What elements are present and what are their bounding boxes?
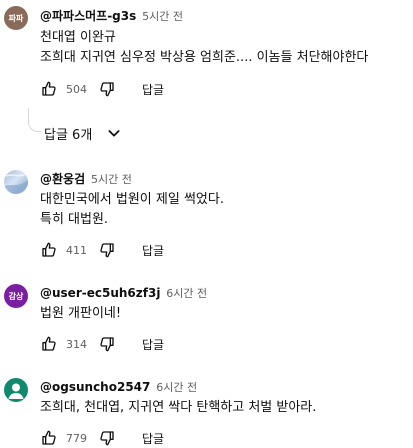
like-count: 504: [66, 82, 87, 96]
comment-text-line: 천대엽 이완규: [40, 30, 116, 45]
reply-button[interactable]: 답글: [142, 242, 164, 259]
comment-time[interactable]: 6시간 전: [156, 381, 197, 394]
comment-actions: 504 답글: [40, 79, 164, 99]
avatar[interactable]: 파파: [4, 6, 28, 30]
avatar-text: 파파: [8, 13, 24, 23]
comment-text-line: 법원 개판이네!: [40, 306, 122, 321]
comment-actions: 779 답글: [40, 428, 164, 448]
comment-header: @user-ec5uh6zf3j 6시간 전: [40, 284, 207, 302]
comment-text-line: 대한민국에서 법원이 제일 썩었다.: [40, 192, 224, 207]
comment-thread-list: 파파 @파파스머프-g3s 5시간 전 천대엽 이완규 조희대 지귀연 심우정 …: [0, 0, 413, 448]
comment-author[interactable]: @ogsuncho2547: [40, 380, 150, 394]
comment-header: @ogsuncho2547 6시간 전: [40, 378, 197, 396]
show-replies-button[interactable]: 답글 6개: [44, 122, 122, 144]
comment-text-line: 조희대 지귀연 심우정 박상용 엄희준.... 이놈들 처단해야한다: [40, 50, 369, 65]
like-count: 779: [66, 431, 87, 445]
avatar-text: 감상: [8, 291, 24, 301]
thumbs-up-icon[interactable]: [40, 241, 58, 259]
replies-thread-connector: [28, 108, 41, 132]
comment-time[interactable]: 5시간 전: [91, 173, 132, 186]
comment-item: @환웅검 5시간 전 대한민국에서 법원이 제일 썩었다. 특히 대법원. 41…: [0, 170, 413, 260]
reply-button[interactable]: 답글: [142, 81, 164, 98]
comment-author[interactable]: @환웅검: [40, 172, 85, 186]
comment-text-line: 특히 대법원.: [40, 212, 109, 227]
thumbs-down-icon[interactable]: [98, 80, 116, 98]
avatar[interactable]: 감상: [4, 284, 28, 308]
avatar[interactable]: [4, 378, 28, 402]
avatar[interactable]: [4, 170, 28, 194]
comment-actions: 314 답글: [40, 334, 164, 354]
comment-actions: 411 답글: [40, 240, 164, 260]
reply-button[interactable]: 답글: [142, 430, 164, 447]
comment-header: @파파스머프-g3s 5시간 전: [40, 7, 183, 25]
thumbs-up-icon[interactable]: [40, 335, 58, 353]
thumbs-down-icon[interactable]: [98, 241, 116, 259]
thumbs-down-icon[interactable]: [98, 429, 116, 447]
comment-time[interactable]: 6시간 전: [166, 287, 207, 300]
like-count: 411: [66, 243, 87, 257]
replies-toggle-label: 답글 6개: [44, 127, 93, 143]
comment-author[interactable]: @파파스머프-g3s: [40, 9, 136, 23]
comment-header: @환웅검 5시간 전: [40, 170, 132, 188]
comment-time[interactable]: 5시간 전: [142, 10, 183, 23]
person-icon: [8, 383, 24, 399]
chevron-down-icon: [106, 125, 122, 141]
comment-text-line: 조희대, 천대엽, 지귀연 싹다 탄핵하고 처벌 받아라.: [40, 400, 317, 415]
comment-item: @ogsuncho2547 6시간 전 조희대, 천대엽, 지귀연 싹다 탄핵하…: [0, 378, 413, 448]
thumbs-up-icon[interactable]: [40, 429, 58, 447]
reply-button[interactable]: 답글: [142, 336, 164, 353]
thumbs-up-icon[interactable]: [40, 80, 58, 98]
comment-item: 감상 @user-ec5uh6zf3j 6시간 전 법원 개판이네! 314 답…: [0, 284, 413, 354]
comment-author[interactable]: @user-ec5uh6zf3j: [40, 286, 160, 300]
avatar-image: [4, 173, 28, 194]
like-count: 314: [66, 337, 87, 351]
thumbs-down-icon[interactable]: [98, 335, 116, 353]
